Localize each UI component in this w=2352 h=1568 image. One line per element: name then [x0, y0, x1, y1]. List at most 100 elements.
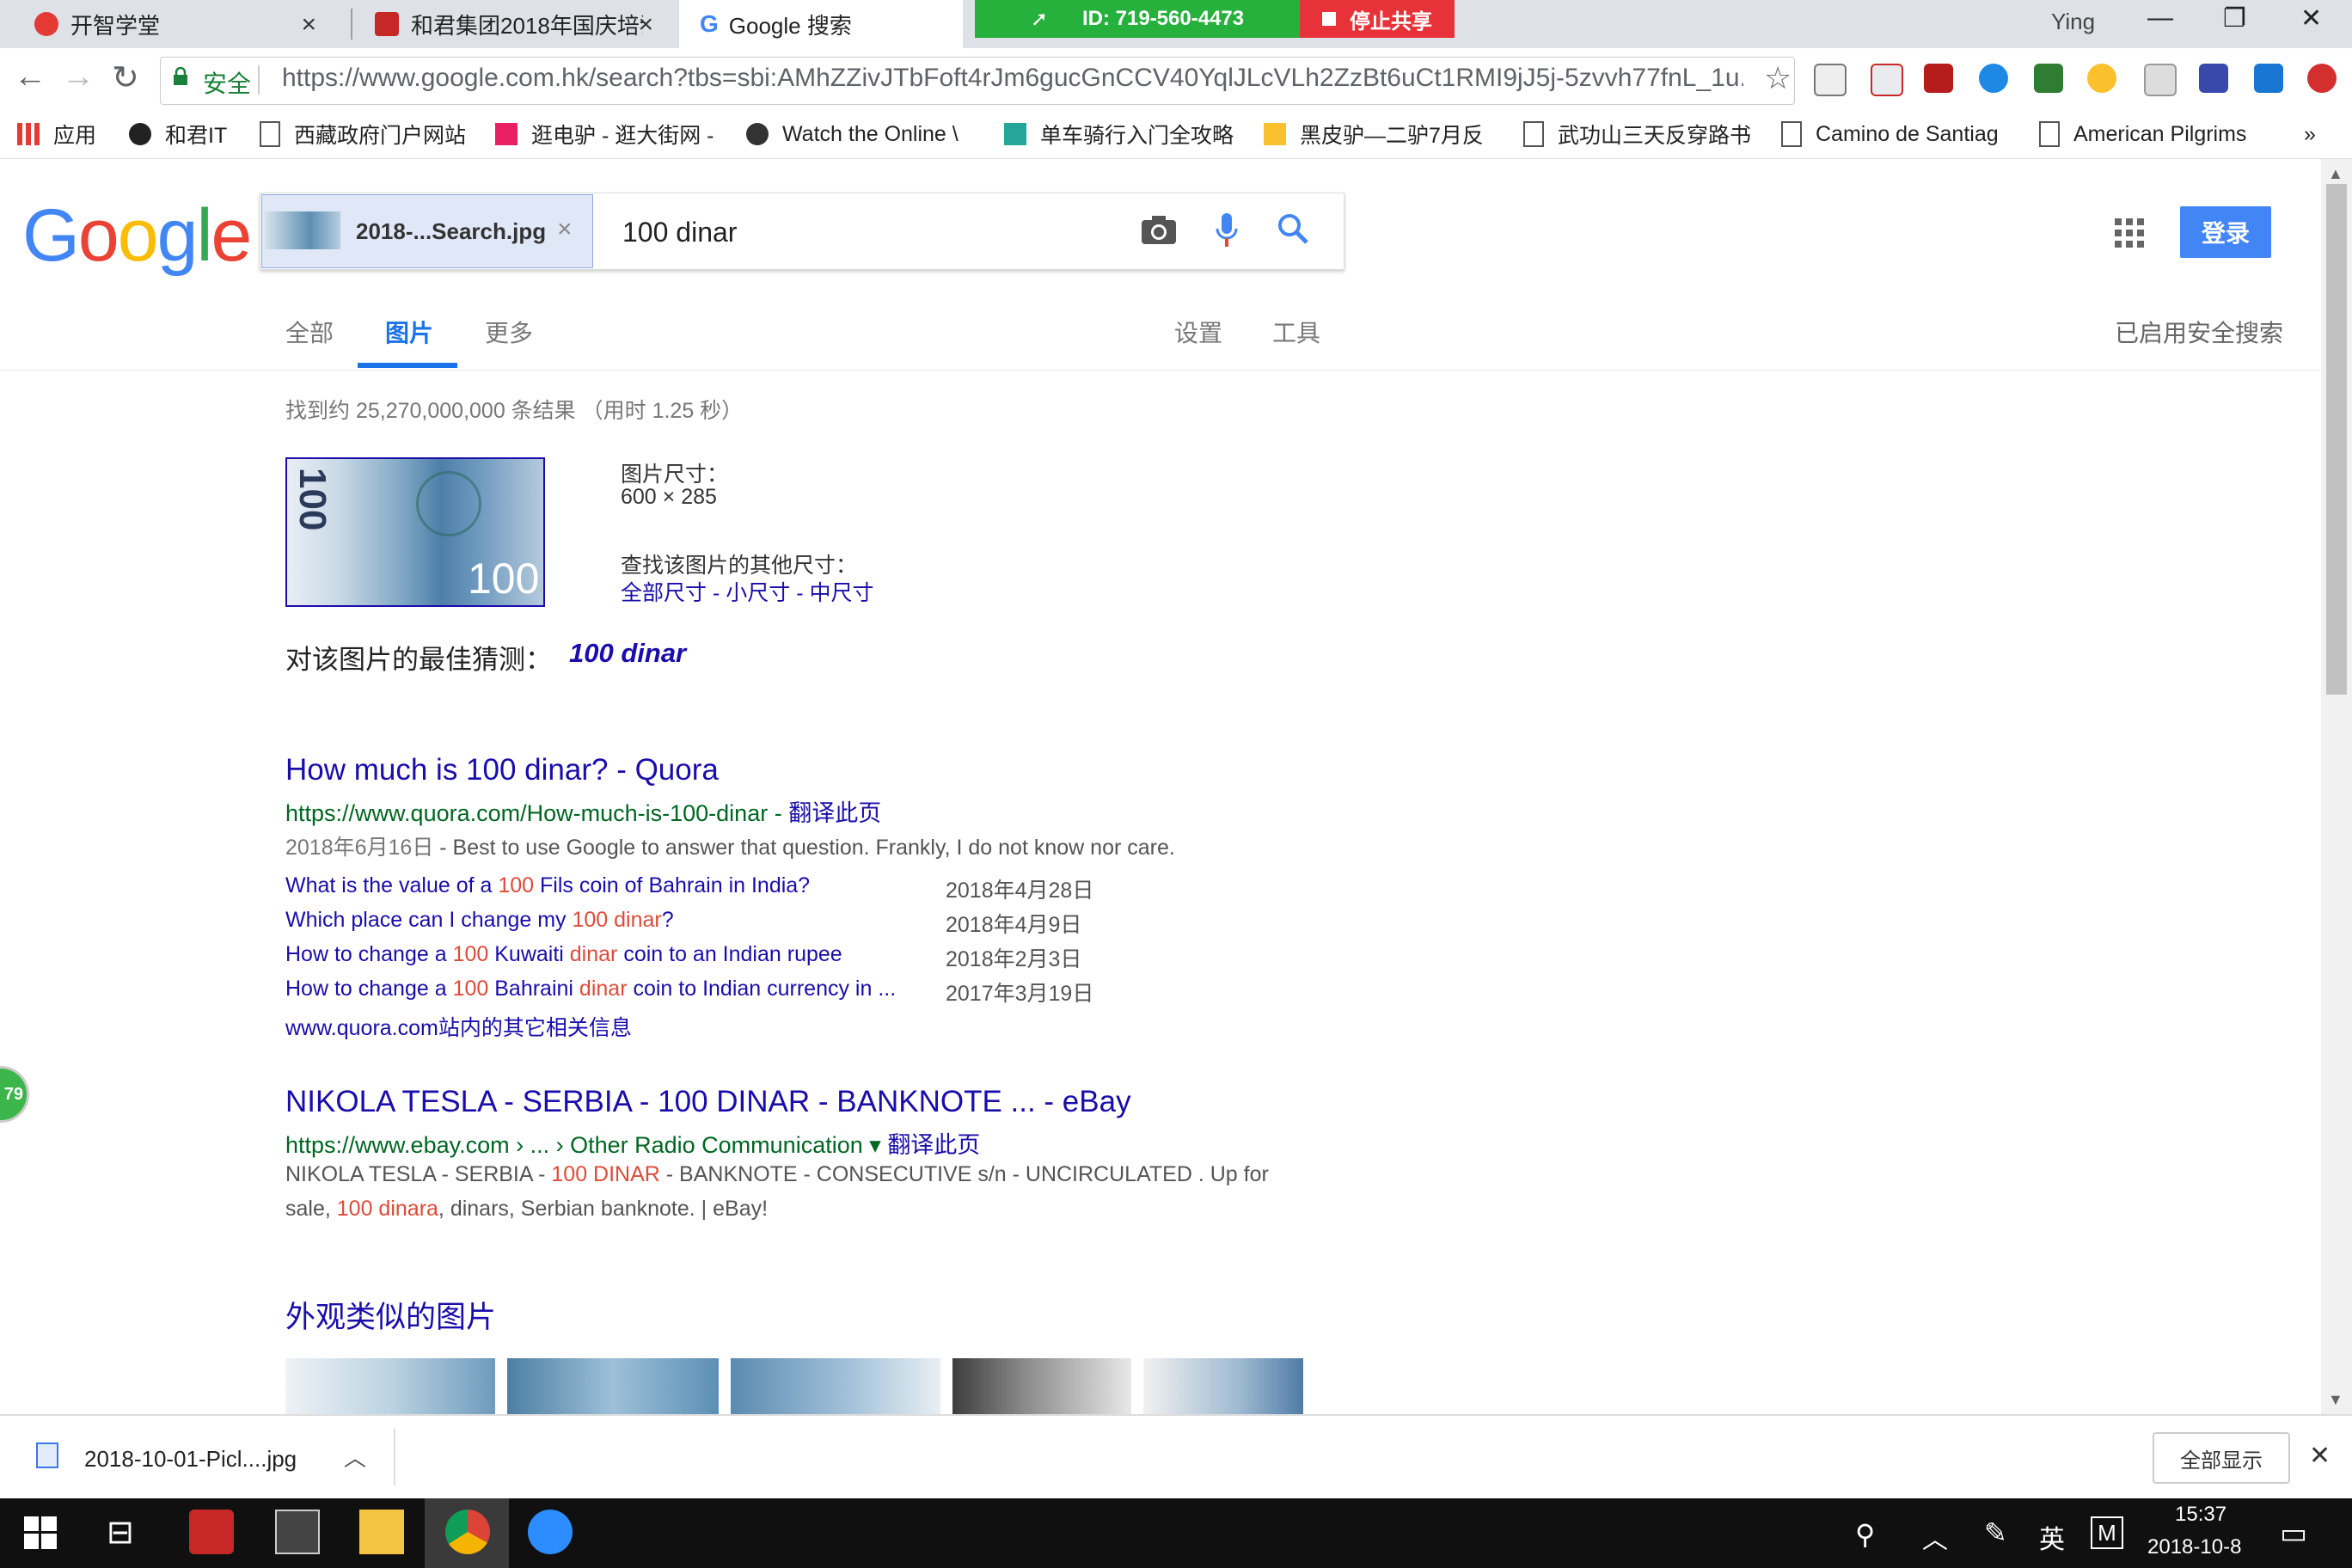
- download-file-name[interactable]: 2018-10-01-Picl....jpg: [84, 1446, 297, 1473]
- sublink-3[interactable]: How to change a 100 Kuwaiti dinar coin t…: [285, 942, 842, 967]
- medium-size-link[interactable]: 中尺寸: [809, 581, 873, 605]
- google-apps-icon[interactable]: [2115, 218, 2144, 248]
- result-title-quora[interactable]: How much is 100 dinar? - Quora: [285, 753, 719, 787]
- microphone-icon[interactable]: [1214, 211, 1240, 251]
- google-logo[interactable]: Google: [22, 193, 252, 279]
- download-menu-chevron-icon[interactable]: ︿: [344, 1441, 366, 1473]
- similar-image-4[interactable]: [952, 1358, 1131, 1415]
- similar-image-1[interactable]: [285, 1358, 495, 1415]
- bookmark-watch-online[interactable]: Watch the Online \: [746, 117, 959, 151]
- tab-kaizhi[interactable]: 开智学堂 ×: [0, 0, 339, 48]
- tab-tools[interactable]: 工具: [1272, 315, 1320, 349]
- profile-name[interactable]: Ying: [2051, 9, 2095, 35]
- more-from-site-link[interactable]: www.quora.com站内的其它相关信息: [285, 1011, 632, 1042]
- stop-sharing-button[interactable]: 停止共享: [1300, 0, 1455, 38]
- sign-in-button[interactable]: 登录: [2180, 206, 2271, 258]
- chrome-icon[interactable]: [445, 1510, 490, 1554]
- safe-search-status[interactable]: 已启用安全搜索: [2115, 315, 2283, 349]
- scroll-down-icon[interactable]: ▼: [2328, 1391, 2343, 1409]
- ime-indicator[interactable]: 英: [2039, 1518, 2065, 1556]
- bookmark-wugongshan[interactable]: 武功山三天反穿路书: [1523, 117, 1751, 151]
- shield-ext-icon[interactable]: [2144, 64, 2177, 96]
- task-view-icon[interactable]: ⊟: [107, 1513, 134, 1552]
- chip-filename: 2018-...Search.jpg: [356, 218, 547, 244]
- close-downloads-icon[interactable]: ✕: [2309, 1441, 2331, 1471]
- pen-icon[interactable]: ✎: [1984, 1516, 2007, 1549]
- green-ext-icon[interactable]: [2034, 64, 2063, 93]
- show-all-downloads-button[interactable]: 全部显示: [2153, 1432, 2290, 1484]
- lock-icon: [174, 67, 187, 85]
- tab-settings[interactable]: 设置: [1174, 315, 1222, 349]
- close-tab-icon[interactable]: ×: [301, 10, 316, 40]
- page-icon: [1781, 121, 1802, 147]
- bookmark-american-pilgrims[interactable]: American Pilgrims: [2039, 117, 2246, 151]
- forward-icon[interactable]: →: [62, 58, 95, 95]
- tab-more[interactable]: 更多: [485, 315, 533, 349]
- all-sizes-link[interactable]: 全部尺寸: [621, 581, 707, 605]
- translate-link[interactable]: 翻译此页: [788, 800, 881, 826]
- similar-image-5[interactable]: [1143, 1358, 1303, 1415]
- small-size-link[interactable]: 小尺寸: [726, 581, 790, 605]
- scroll-thumb[interactable]: [2326, 184, 2347, 695]
- similar-image-3[interactable]: [731, 1358, 940, 1415]
- zoom-icon[interactable]: [528, 1510, 573, 1554]
- side-badge[interactable]: 79: [0, 1066, 29, 1123]
- ime-mode-icon[interactable]: M: [2091, 1516, 2123, 1549]
- restore-icon[interactable]: ❐: [2223, 3, 2246, 34]
- tab-images[interactable]: 图片: [385, 315, 433, 349]
- camera-icon[interactable]: [1140, 213, 1178, 248]
- reload-icon[interactable]: ↻: [112, 58, 139, 97]
- clock-date[interactable]: 2018-10-8: [2147, 1535, 2241, 1559]
- menu-ext-icon[interactable]: [2307, 64, 2337, 93]
- tab-google[interactable]: G Google 搜索: [679, 0, 963, 48]
- best-guess-link[interactable]: 100 dinar: [569, 638, 686, 669]
- counter-ext-icon[interactable]: [2199, 64, 2228, 93]
- bookmark-hejun-it[interactable]: 和君IT: [129, 117, 227, 151]
- ext-red-icon[interactable]: [1871, 64, 1903, 96]
- bookmark-apps[interactable]: 应用: [17, 117, 96, 151]
- tab-hejun[interactable]: 和君集团2018年国庆培训 ×: [340, 0, 676, 48]
- similar-images-heading[interactable]: 外观类似的图片: [285, 1293, 496, 1337]
- tab-all[interactable]: 全部: [285, 315, 334, 349]
- pdf-ext-icon[interactable]: [1924, 64, 1953, 93]
- yellow-ext-icon[interactable]: [2087, 64, 2116, 93]
- similar-image-2[interactable]: [507, 1358, 719, 1415]
- search-icon[interactable]: [1276, 211, 1310, 246]
- kaizhi-favicon-icon: [34, 12, 58, 36]
- bookmark-camino[interactable]: Camino de Santiag: [1781, 117, 1999, 151]
- blue-ext-icon[interactable]: [2254, 64, 2283, 93]
- remove-image-icon[interactable]: ×: [557, 215, 573, 244]
- bookmark-tibet[interactable]: 西藏政府门户网站: [260, 117, 466, 151]
- calculator-icon[interactable]: [275, 1510, 320, 1554]
- back-icon[interactable]: ←: [14, 58, 46, 95]
- url-text[interactable]: https://www.google.com.hk/search?tbs=sbi…: [282, 64, 1743, 93]
- translate-link[interactable]: 翻译此页: [887, 1132, 980, 1158]
- clock-time[interactable]: 15:37: [2175, 1503, 2226, 1527]
- sublink-4[interactable]: How to change a 100 Bahraini dinar coin …: [285, 977, 896, 1001]
- app-z-icon[interactable]: [189, 1510, 234, 1554]
- minimize-icon[interactable]: —: [2147, 3, 2173, 33]
- file-explorer-icon[interactable]: [359, 1510, 404, 1554]
- query-image-thumbnail[interactable]: 100 100: [285, 457, 545, 607]
- result-url-ebay: https://www.ebay.com › ... › Other Radio…: [285, 1132, 981, 1158]
- page-ext-icon[interactable]: [1814, 64, 1847, 96]
- windows-start-icon[interactable]: [24, 1516, 57, 1549]
- result-title-ebay[interactable]: NIKOLA TESLA - SERBIA - 100 DINAR - BANK…: [285, 1085, 1131, 1119]
- search-input[interactable]: 100 dinar: [622, 217, 737, 248]
- bookmark-cycling[interactable]: 单车骑行入门全攻略: [1004, 117, 1234, 151]
- result-snippet-ebay-1: NIKOLA TESLA - SERBIA - 100 DINAR - BANK…: [285, 1162, 1269, 1186]
- zoom-ext-icon[interactable]: [1979, 64, 2008, 93]
- scroll-up-icon[interactable]: ▲: [2328, 165, 2343, 183]
- notifications-icon[interactable]: ▭: [2280, 1516, 2307, 1551]
- close-window-icon[interactable]: ✕: [2300, 3, 2322, 34]
- sublink-1[interactable]: What is the value of a 100 Fils coin of …: [285, 873, 810, 898]
- sublink-2[interactable]: Which place can I change my 100 dinar?: [285, 908, 674, 933]
- bookmark-star-icon[interactable]: ☆: [1764, 60, 1792, 96]
- bookmarks-overflow-button[interactable]: »: [2304, 117, 2316, 151]
- tray-expand-icon[interactable]: ︿: [1922, 1518, 1948, 1556]
- people-icon[interactable]: ⚲: [1855, 1518, 1875, 1551]
- image-size-label: 图片尺寸：: [621, 462, 729, 487]
- bookmark-guangdianlv[interactable]: 逛电驴 - 逛大街网 -: [495, 117, 714, 151]
- close-tab-icon[interactable]: ×: [638, 10, 653, 40]
- bookmark-heipilv[interactable]: 黑皮驴—二驴7月反: [1264, 117, 1484, 151]
